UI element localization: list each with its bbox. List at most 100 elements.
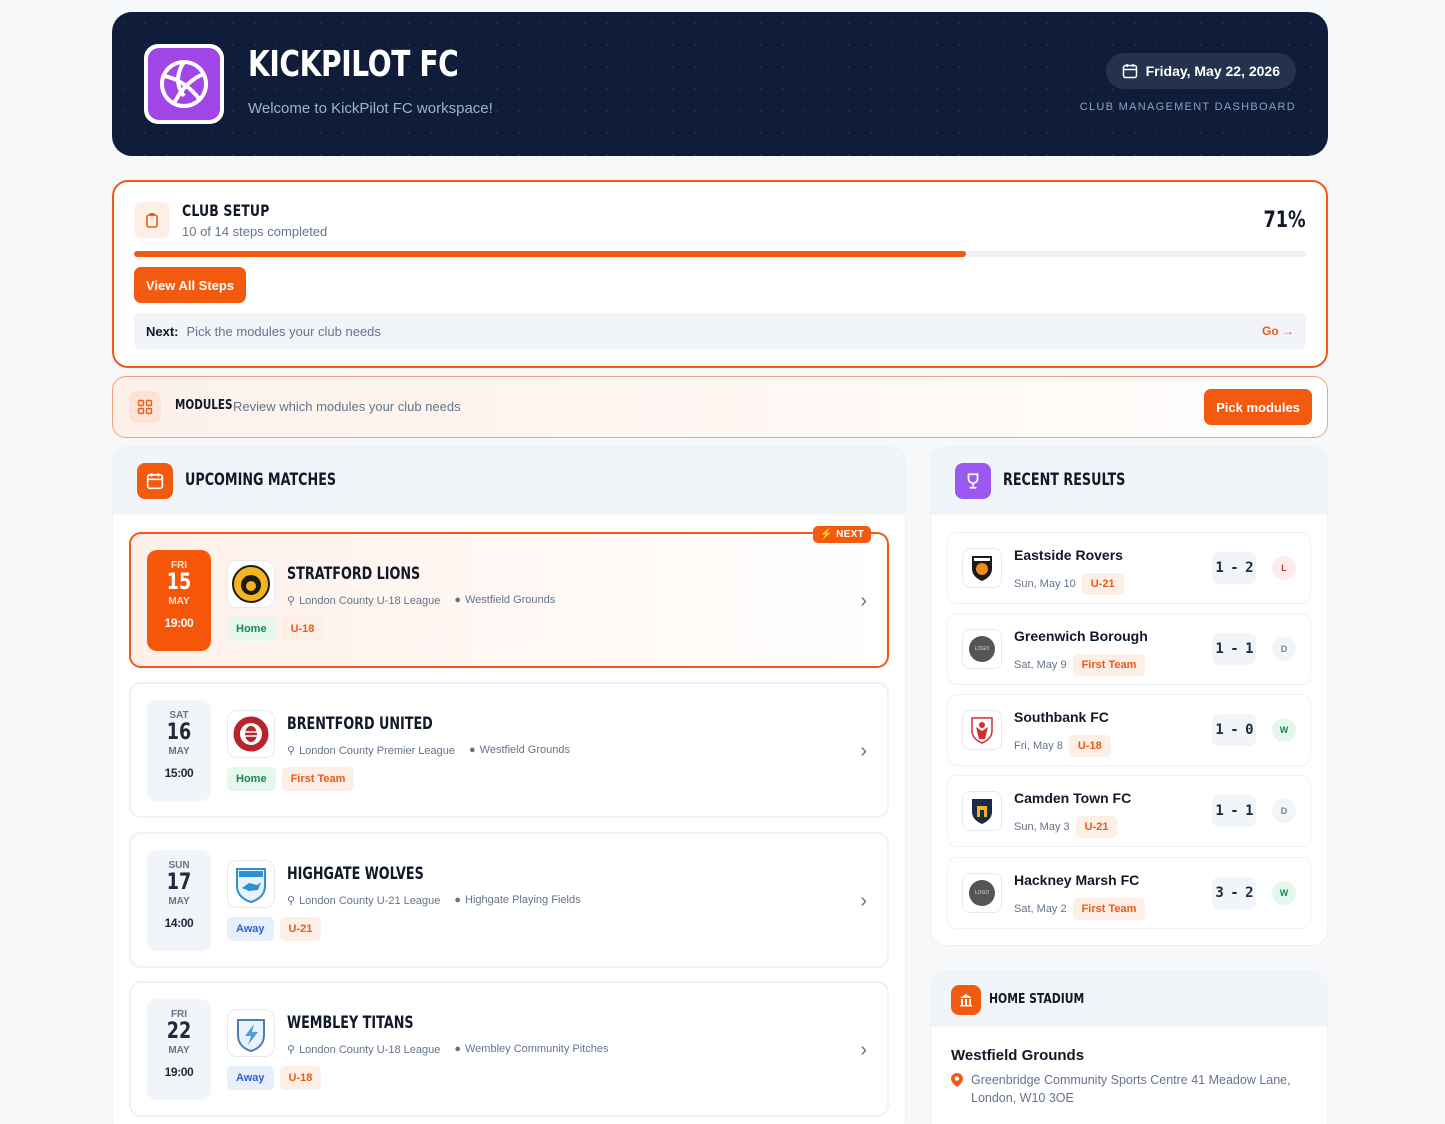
chevron-right-icon[interactable]: › bbox=[860, 1039, 867, 1062]
club-logo bbox=[144, 44, 224, 124]
result-team-name: Camden Town FC bbox=[1014, 790, 1132, 806]
result-row[interactable]: LOGO Greenwich Borough Sat, May 9 First … bbox=[947, 613, 1311, 685]
lion-crest-icon bbox=[227, 560, 275, 608]
match-venue: Wembley Community Pitches bbox=[465, 1043, 609, 1055]
result-row[interactable]: Southbank FC Fri, May 8 U-18 1 - 0 W bbox=[947, 694, 1311, 766]
match-venue: Westfield Grounds bbox=[479, 744, 570, 756]
stadium-header: HOME STADIUM bbox=[931, 971, 1327, 1027]
opponent-name: STRATFORD LIONS bbox=[287, 564, 421, 584]
result-score: 3 - 2 bbox=[1212, 877, 1256, 909]
result-team-name: Greenwich Borough bbox=[1014, 628, 1148, 644]
trophy-icon: ⚲ bbox=[287, 895, 296, 907]
match-league: London County U-21 League bbox=[299, 895, 441, 907]
location-pin-icon: ● bbox=[454, 594, 461, 606]
date-pill[interactable]: Friday, May 22, 2026 bbox=[1105, 53, 1296, 89]
chevron-right-icon[interactable]: › bbox=[860, 740, 867, 763]
result-meta: Fri, May 8 U-18 bbox=[1014, 735, 1111, 757]
trophy-icon: ⚲ bbox=[287, 595, 296, 607]
calendar-icon bbox=[137, 463, 173, 499]
opponent-name: HIGHGATE WOLVES bbox=[287, 864, 424, 884]
club-title: KICKPILOT FC bbox=[248, 44, 459, 85]
view-all-steps-button[interactable]: View All Steps bbox=[134, 267, 246, 303]
outcome-badge: D bbox=[1272, 799, 1296, 823]
logo-placeholder: LOGO bbox=[969, 880, 995, 906]
result-meta: Sun, May 3 U-21 bbox=[1014, 816, 1118, 838]
match-card[interactable]: ⚡ NEXT FRI 15 MAY 19:00 STRATFORD LIONS … bbox=[129, 526, 889, 668]
match-month: MAY bbox=[168, 596, 190, 607]
match-league: London County U-18 League bbox=[299, 595, 441, 607]
home-away-tag: Away bbox=[227, 917, 274, 941]
club-setup-card: CLUB SETUP 10 of 14 steps completed 71% … bbox=[112, 180, 1328, 368]
result-row[interactable]: Eastside Rovers Sun, May 10 U-21 1 - 2 L bbox=[947, 532, 1311, 604]
camden-crest-icon bbox=[962, 791, 1002, 831]
match-tags: Home First Team bbox=[227, 767, 355, 791]
team-tag: First Team bbox=[1072, 898, 1146, 920]
location-pin-icon bbox=[951, 1073, 963, 1087]
next-step-row[interactable]: Next: Pick the modules your club needs G… bbox=[134, 313, 1306, 349]
result-meta: Sat, May 2 First Team bbox=[1014, 898, 1146, 920]
opponent-name: BRENTFORD UNITED bbox=[287, 714, 433, 734]
results-header: RECENT RESULTS bbox=[931, 447, 1327, 515]
match-card[interactable]: SUN 17 MAY 14:00 HIGHGATE WOLVES ⚲ London… bbox=[129, 832, 889, 968]
match-date: SUN 17 MAY 14:00 bbox=[147, 850, 211, 951]
modules-banner: MODULES Review which modules your club n… bbox=[112, 376, 1328, 438]
home-stadium-panel: HOME STADIUM Westfield Grounds Greenbrid… bbox=[930, 970, 1328, 1124]
welcome-text: Welcome to KickPilot FC workspace! bbox=[248, 100, 493, 117]
pick-modules-button[interactable]: Pick modules bbox=[1204, 389, 1312, 425]
match-league: London County U-18 League bbox=[299, 1044, 441, 1056]
match-month: MAY bbox=[168, 746, 190, 757]
match-time: 15:00 bbox=[164, 766, 194, 780]
result-row[interactable]: LOGO Hackney Marsh FC Sat, May 2 First T… bbox=[947, 857, 1311, 929]
match-meta: ⚲ London County U-18 League ● Wembley Comm… bbox=[287, 1043, 608, 1056]
placeholder-logo-icon: LOGO bbox=[962, 629, 1002, 669]
home-away-tag: Home bbox=[227, 767, 276, 791]
stadium-title: HOME STADIUM bbox=[989, 991, 1085, 1007]
next-step-text: Pick the modules your club needs bbox=[186, 323, 381, 339]
go-link[interactable]: Go → bbox=[1262, 324, 1294, 338]
result-team-name: Eastside Rovers bbox=[1014, 547, 1123, 563]
match-meta: ⚲ London County Premier League ● Westfield… bbox=[287, 744, 570, 757]
result-row[interactable]: Camden Town FC Sun, May 3 U-21 1 - 1 D bbox=[947, 775, 1311, 847]
setup-progress-fill bbox=[134, 251, 967, 257]
results-title: RECENT RESULTS bbox=[1003, 470, 1126, 490]
match-day: 17 bbox=[166, 870, 192, 895]
match-meta: ⚲ London County U-18 League ● Westfield Gr… bbox=[287, 594, 555, 607]
team-tag: First Team bbox=[1072, 654, 1146, 676]
upcoming-title: UPCOMING MATCHES bbox=[185, 470, 337, 490]
match-time: 19:00 bbox=[164, 616, 194, 630]
match-tags: Away U-21 bbox=[227, 917, 322, 941]
match-day: 16 bbox=[166, 720, 192, 745]
modules-title: MODULES bbox=[175, 398, 233, 413]
setup-progress-bar bbox=[134, 251, 1306, 257]
grid-icon bbox=[129, 391, 161, 423]
match-card[interactable]: SAT 16 MAY 15:00 BRENTFORD UNITED ⚲ Londo… bbox=[129, 682, 889, 818]
result-date: Sat, May 9 bbox=[1014, 659, 1067, 671]
chevron-right-icon[interactable]: › bbox=[860, 590, 867, 613]
match-venue: Highgate Playing Fields bbox=[465, 894, 581, 906]
stadium-address: Greenbridge Community Sports Centre 41 M… bbox=[971, 1073, 1291, 1105]
logo-placeholder: LOGO bbox=[969, 636, 995, 662]
opponent-name: WEMBLEY TITANS bbox=[287, 1013, 414, 1033]
next-label: Next: bbox=[146, 323, 179, 339]
match-date: SAT 16 MAY 15:00 bbox=[147, 700, 211, 801]
volleyball-icon bbox=[160, 60, 208, 108]
match-card[interactable]: FRI 22 MAY 19:00 WEMBLEY TITANS ⚲ London … bbox=[129, 981, 889, 1117]
match-month: MAY bbox=[168, 896, 190, 907]
setup-title: CLUB SETUP bbox=[182, 201, 270, 220]
stadium-icon bbox=[951, 985, 981, 1015]
chevron-right-icon[interactable]: › bbox=[860, 890, 867, 913]
home-away-tag: Away bbox=[227, 1066, 274, 1090]
match-meta: ⚲ London County U-21 League ● Highgate Pla… bbox=[287, 894, 581, 907]
figure-crest-icon bbox=[962, 710, 1002, 750]
result-score: 1 - 1 bbox=[1212, 795, 1256, 827]
team-tag: U-21 bbox=[1075, 816, 1118, 838]
outcome-badge: W bbox=[1272, 881, 1296, 905]
match-date: FRI 22 MAY 19:00 bbox=[147, 999, 211, 1100]
result-score: 1 - 2 bbox=[1212, 552, 1256, 584]
match-venue: Westfield Grounds bbox=[465, 594, 556, 606]
result-meta: Sun, May 10 U-21 bbox=[1014, 573, 1124, 595]
lightning-crest-icon bbox=[227, 1009, 275, 1057]
match-league: London County Premier League bbox=[299, 745, 456, 757]
setup-percent: 71% bbox=[1263, 208, 1306, 233]
result-date: Sat, May 2 bbox=[1014, 903, 1067, 915]
